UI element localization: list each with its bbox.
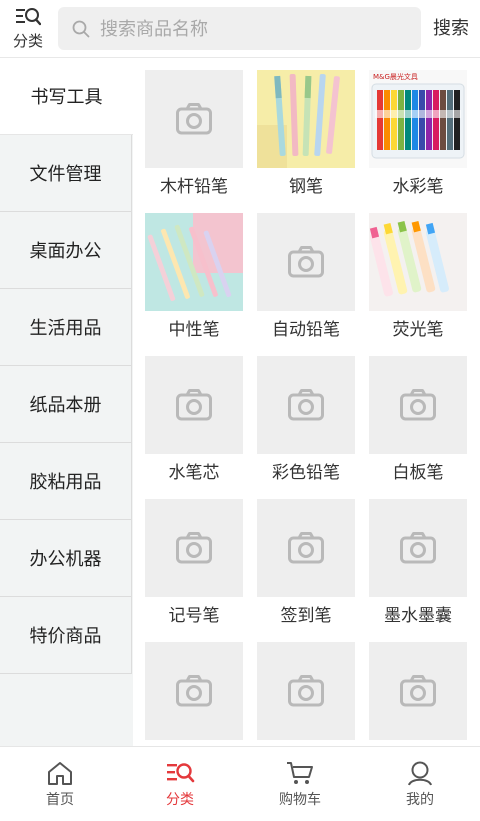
gel-pens-illustration bbox=[145, 213, 243, 311]
brand-logo-text: M&G晨光文具 bbox=[373, 72, 418, 81]
grid-item[interactable] bbox=[145, 630, 245, 746]
nav-label: 我的 bbox=[406, 792, 434, 808]
gel-pens-photo bbox=[145, 213, 243, 311]
product-image-placeholder bbox=[369, 499, 467, 597]
grid-item-label: 水彩笔 bbox=[392, 177, 444, 197]
search-input[interactable] bbox=[98, 13, 402, 45]
grid-item-label: 白板笔 bbox=[392, 463, 444, 483]
highlighters-illustration bbox=[369, 213, 467, 311]
fountain-pens-photo bbox=[257, 70, 355, 168]
grid-item-label: 墨水墨囊 bbox=[384, 606, 452, 626]
sidebar-item-writing-tools[interactable]: 书写工具 bbox=[0, 58, 133, 135]
cart-icon bbox=[287, 762, 313, 784]
sidebar-item-label: 文件管理 bbox=[29, 164, 102, 185]
product-image-placeholder bbox=[369, 642, 467, 740]
category-icon bbox=[167, 763, 195, 783]
sidebar-item-label: 办公机器 bbox=[29, 549, 102, 570]
pens-illustration bbox=[257, 70, 355, 168]
camera-icon bbox=[176, 675, 212, 707]
camera-icon bbox=[400, 389, 436, 421]
sidebar-item-label: 桌面办公 bbox=[29, 241, 102, 262]
bottom-navigation: 首页 分类 购物车 我的 bbox=[0, 746, 480, 821]
camera-icon bbox=[288, 389, 324, 421]
camera-icon bbox=[288, 532, 324, 564]
camera-icon bbox=[400, 532, 436, 564]
sidebar-item-label: 书写工具 bbox=[30, 87, 103, 108]
sidebar-item-special-offers[interactable]: 特价商品 bbox=[0, 597, 132, 674]
grid-item[interactable]: 墨水墨囊 bbox=[369, 487, 469, 630]
grid-item[interactable]: 钢笔 bbox=[257, 58, 357, 201]
grid-item[interactable]: 彩色铅笔 bbox=[257, 344, 357, 487]
grid-item[interactable]: 签到笔 bbox=[257, 487, 357, 630]
sidebar-item-label: 特价商品 bbox=[29, 626, 102, 647]
grid-item-label: 彩色铅笔 bbox=[272, 463, 340, 483]
product-image-placeholder bbox=[257, 642, 355, 740]
nav-label: 首页 bbox=[46, 792, 74, 808]
product-image-placeholder bbox=[257, 213, 355, 311]
nav-label: 购物车 bbox=[279, 792, 321, 808]
grid-item[interactable]: 中性笔 bbox=[145, 201, 245, 344]
user-icon bbox=[408, 761, 432, 786]
product-image-placeholder bbox=[369, 356, 467, 454]
search-box[interactable] bbox=[58, 7, 421, 50]
grid-item[interactable]: 木杆铅笔 bbox=[145, 58, 245, 201]
sidebar-item-desk-office[interactable]: 桌面办公 bbox=[0, 212, 132, 289]
header-bar: 分类 搜索 bbox=[0, 0, 480, 58]
sidebar-item-label: 纸品本册 bbox=[29, 395, 102, 416]
nav-home[interactable]: 首页 bbox=[0, 747, 120, 821]
grid-item[interactable]: 记号笔 bbox=[145, 487, 245, 630]
grid-item[interactable] bbox=[369, 630, 469, 746]
sidebar-item-label: 生活用品 bbox=[29, 318, 102, 339]
category-sidebar: 书写工具 文件管理 桌面办公 生活用品 纸品本册 胶粘用品 办公机器 特价商品 bbox=[0, 58, 133, 746]
product-image-placeholder bbox=[145, 70, 243, 168]
sidebar-item-paper-notebooks[interactable]: 纸品本册 bbox=[0, 366, 132, 443]
product-image-placeholder bbox=[257, 499, 355, 597]
highlighters-photo bbox=[369, 213, 467, 311]
grid-item-label: 记号笔 bbox=[168, 606, 220, 626]
nav-category[interactable]: 分类 bbox=[120, 747, 240, 821]
category-list-icon bbox=[16, 8, 41, 26]
nav-cart[interactable]: 购物车 bbox=[240, 747, 360, 821]
grid-item-label: 签到笔 bbox=[280, 606, 332, 626]
sidebar-item-adhesives[interactable]: 胶粘用品 bbox=[0, 443, 132, 520]
home-icon bbox=[48, 762, 72, 785]
grid-item-label: 钢笔 bbox=[289, 177, 323, 197]
category-button[interactable]: 分类 bbox=[6, 4, 50, 54]
product-image-placeholder bbox=[145, 642, 243, 740]
nav-label: 分类 bbox=[166, 792, 194, 808]
product-image-placeholder bbox=[257, 356, 355, 454]
grid-item[interactable]: 荧光笔 bbox=[369, 201, 469, 344]
sidebar-item-daily-goods[interactable]: 生活用品 bbox=[0, 289, 132, 366]
grid-item[interactable]: 水笔芯 bbox=[145, 344, 245, 487]
grid-item[interactable] bbox=[257, 630, 357, 746]
subcategory-grid: 木杆铅笔 钢笔 M&G晨光文具 水彩笔 中性笔 自动铅笔 荧光笔 水笔芯 彩色铅… bbox=[133, 58, 480, 746]
grid-item-label: 中性笔 bbox=[168, 320, 220, 340]
grid-item[interactable]: 自动铅笔 bbox=[257, 201, 357, 344]
grid-item[interactable]: M&G晨光文具 水彩笔 bbox=[369, 58, 469, 201]
grid-item-label: 荧光笔 bbox=[392, 320, 444, 340]
category-button-label: 分类 bbox=[12, 32, 43, 50]
product-image-placeholder bbox=[145, 356, 243, 454]
markers-illustration: M&G晨光文具 bbox=[369, 70, 467, 168]
product-image-placeholder bbox=[145, 499, 243, 597]
search-icon bbox=[72, 20, 90, 38]
grid-item-label: 水笔芯 bbox=[168, 463, 220, 483]
camera-icon bbox=[176, 532, 212, 564]
camera-icon bbox=[288, 246, 324, 278]
watercolor-markers-photo: M&G晨光文具 bbox=[369, 70, 467, 168]
grid-item-label: 木杆铅笔 bbox=[160, 177, 228, 197]
sidebar-item-label: 胶粘用品 bbox=[29, 472, 102, 493]
camera-icon bbox=[288, 675, 324, 707]
grid-item-label: 自动铅笔 bbox=[272, 320, 340, 340]
nav-profile[interactable]: 我的 bbox=[360, 747, 480, 821]
camera-icon bbox=[400, 675, 436, 707]
camera-icon bbox=[176, 389, 212, 421]
search-button[interactable]: 搜索 bbox=[426, 14, 476, 40]
camera-icon bbox=[176, 103, 212, 135]
sidebar-item-file-management[interactable]: 文件管理 bbox=[0, 135, 132, 212]
grid-item[interactable]: 白板笔 bbox=[369, 344, 469, 487]
sidebar-item-office-machines[interactable]: 办公机器 bbox=[0, 520, 132, 597]
